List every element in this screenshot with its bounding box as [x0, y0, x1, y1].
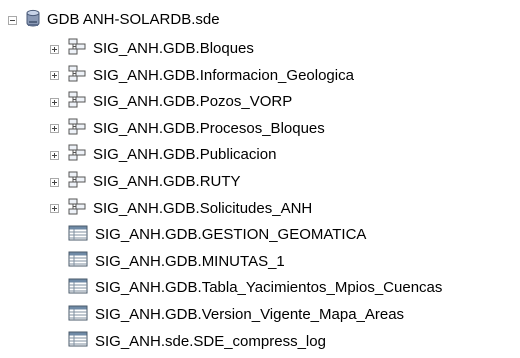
expand-toggle-icon[interactable]	[50, 44, 59, 54]
expand-toggle-icon[interactable]	[50, 124, 59, 134]
table-icon	[68, 251, 88, 272]
tree-node-label: SIG_ANH.GDB.Informacion_Geologica	[93, 66, 354, 84]
tree-node-label: SIG_ANH.GDB.Bloques	[93, 40, 254, 57]
tree-node[interactable]: SIG_ANH.GDB.Publicacion	[0, 143, 276, 167]
tree-node-label: SIG_ANH.GDB.Procesos_Bloques	[93, 119, 325, 137]
tree-node[interactable]: SIG_ANH.GDB.Solicitudes_ANH	[0, 197, 312, 221]
tree-node-label: SIG_ANH.sde.SDE_compress_log	[95, 332, 326, 350]
expand-toggle-icon[interactable]	[50, 177, 59, 187]
feature-dataset-icon	[68, 198, 86, 220]
tree-node[interactable]: SIG_ANH.GDB.Version_Vigente_Mapa_Areas	[0, 303, 404, 327]
tree-node[interactable]: SIG_ANH.GDB.Bloques	[0, 37, 254, 61]
tree-node[interactable]: SIG_ANH.GDB.GESTION_GEOMATICA	[0, 223, 366, 247]
tree-node-label: SIG_ANH.GDB.GESTION_GEOMATICA	[95, 226, 367, 244]
tree-node-label: SIG_ANH.GDB.Publicacion	[93, 146, 277, 164]
feature-dataset-icon	[68, 118, 86, 140]
tree-root-label: GDB ANH-SOLARDB.sde	[47, 11, 220, 28]
feature-dataset-icon	[68, 65, 86, 87]
expand-toggle-icon[interactable]	[50, 97, 59, 107]
feature-dataset-icon	[68, 91, 86, 113]
tree-node-label: SIG_ANH.GDB.RUTY	[93, 173, 241, 190]
tree-node[interactable]: SIG_ANH.GDB.Tabla_Yacimientos_Mpios_Cuen…	[0, 276, 442, 300]
tree-node[interactable]: SIG_ANH.GDB.RUTY	[0, 170, 241, 194]
table-icon	[68, 305, 88, 326]
table-icon	[68, 225, 88, 246]
table-icon	[68, 278, 88, 299]
feature-dataset-icon	[68, 144, 86, 166]
tree-node[interactable]: SIG_ANH.GDB.MINUTAS_1	[0, 250, 285, 274]
tree-node[interactable]: SIG_ANH.GDB.Procesos_Bloques	[0, 117, 325, 141]
tree-node-label: SIG_ANH.GDB.Version_Vigente_Mapa_Areas	[95, 306, 405, 323]
tree-node-label: SIG_ANH.GDB.Pozos_VORP	[93, 93, 293, 111]
expand-toggle-icon[interactable]	[50, 71, 59, 81]
expand-toggle-icon[interactable]	[50, 204, 59, 214]
feature-dataset-icon	[68, 171, 86, 193]
tree-node[interactable]: SIG_ANH.GDB.Informacion_Geologica	[0, 64, 354, 88]
tree-root-node[interactable]: GDB ANH-SOLARDB.sde	[0, 8, 220, 32]
feature-dataset-icon	[68, 38, 86, 60]
tree-node-label: SIG_ANH.GDB.MINUTAS_1	[95, 252, 285, 270]
tree-node[interactable]: SIG_ANH.GDB.Pozos_VORP	[0, 90, 292, 114]
tree-node[interactable]: SIG_ANH.sde.SDE_compress_log	[0, 330, 326, 354]
tree-node-label: SIG_ANH.GDB.Tabla_Yacimientos_Mpios_Cuen…	[95, 279, 443, 297]
tree-node-label: SIG_ANH.GDB.Solicitudes_ANH	[93, 199, 313, 217]
expand-toggle-icon[interactable]	[50, 150, 59, 160]
database-icon	[25, 9, 41, 32]
collapse-toggle-icon[interactable]	[8, 15, 17, 25]
table-icon	[68, 331, 88, 352]
catalog-tree: GDB ANH-SOLARDB.sde SIG_ANH.GDB.Bloques S…	[0, 0, 520, 358]
